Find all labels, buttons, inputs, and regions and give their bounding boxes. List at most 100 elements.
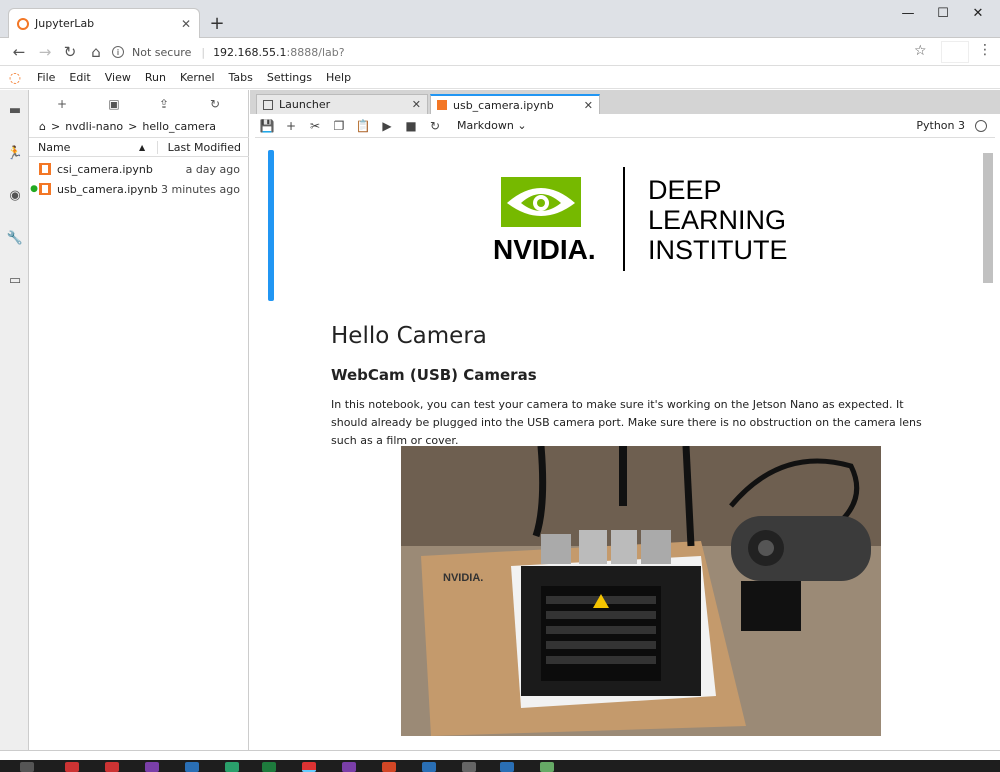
url-divider: | — [201, 45, 206, 59]
file-name: csi_camera.ipynb — [57, 162, 153, 176]
nvidia-dli-logo: NVIDIA. DEEP LEARNING INSTITUTE — [493, 167, 788, 271]
upload-icon[interactable]: ⇪ — [152, 94, 176, 114]
taskbar-app-icon[interactable] — [342, 762, 356, 772]
new-tab-button[interactable]: + — [206, 12, 228, 34]
close-tab-icon[interactable]: ✕ — [181, 17, 191, 31]
wrench-icon[interactable]: 🔧 — [5, 228, 25, 248]
jupyter-favicon-icon — [17, 17, 29, 30]
taskbar-app-icon[interactable] — [20, 762, 34, 772]
notebook-panel: NVIDIA. DEEP LEARNING INSTITUTE Hello Ca… — [255, 139, 995, 749]
back-icon[interactable]: ← — [9, 42, 29, 62]
breadcrumb-hello-camera[interactable]: hello_camera — [142, 120, 216, 133]
palette-icon[interactable]: ◉ — [5, 185, 25, 205]
minimize-icon[interactable]: — — [893, 4, 923, 22]
folder-icon[interactable]: ▬ — [5, 100, 25, 120]
running-icon[interactable]: 🏃 — [5, 143, 25, 163]
file-row[interactable]: ● usb_camera.ipynb 3 minutes ago — [29, 179, 249, 199]
tab-usb-camera[interactable]: usb_camera.ipynb ✕ — [430, 94, 600, 114]
taskbar-app-icon[interactable] — [382, 762, 396, 772]
menu-edit[interactable]: Edit — [62, 71, 97, 84]
logo-divider — [623, 167, 625, 271]
save-icon[interactable]: 💾 — [255, 119, 279, 133]
taskbar-app-icon[interactable] — [145, 762, 159, 772]
tab-launcher[interactable]: Launcher ✕ — [256, 94, 428, 114]
notebook-icon — [437, 100, 447, 110]
restart-icon[interactable]: ↻ — [423, 119, 447, 133]
home-folder-icon[interactable]: ⌂ — [39, 120, 46, 133]
breadcrumb-sep: > — [50, 120, 61, 133]
jupyter-logo-icon: ◌ — [8, 69, 22, 86]
file-browser: + ▣ ⇪ ↻ ⌂ > nvdli-nano > hello_camera Na… — [29, 90, 249, 750]
browser-menu-icon[interactable]: ⋮ — [978, 42, 992, 58]
column-last-modified[interactable]: Last Modified — [157, 140, 249, 154]
browser-tab[interactable]: JupyterLab ✕ — [8, 8, 200, 38]
file-modified: 3 minutes ago — [161, 182, 240, 196]
kernel-name[interactable]: Python 3 — [916, 119, 965, 132]
paste-icon[interactable]: 📋 — [351, 119, 375, 133]
menu-settings[interactable]: Settings — [260, 71, 319, 84]
taskbar-app-icon[interactable] — [462, 762, 476, 772]
url-input[interactable]: i Not secure | 192.168.55.1:8888/lab? — [112, 41, 942, 63]
taskbar-app-icon[interactable] — [262, 762, 276, 772]
taskbar-app-icon[interactable] — [225, 762, 239, 772]
bookmark-star-icon[interactable]: ☆ — [914, 43, 927, 59]
sort-caret-icon[interactable]: ▲ — [139, 143, 157, 152]
run-icon[interactable]: ▶ — [375, 119, 399, 133]
menu-run[interactable]: Run — [138, 71, 173, 84]
taskbar-app-icon[interactable] — [540, 762, 554, 772]
stop-icon[interactable]: ■ — [399, 119, 423, 133]
home-icon[interactable]: ⌂ — [86, 42, 106, 62]
maximize-icon[interactable]: ☐ — [928, 4, 958, 22]
logo-line-learning: LEARNING — [648, 205, 786, 235]
menu-kernel[interactable]: Kernel — [173, 71, 222, 84]
taskbar-app-icon[interactable] — [105, 762, 119, 772]
active-cell-indicator[interactable] — [268, 150, 274, 301]
copy-icon[interactable]: ❐ — [327, 119, 351, 133]
security-label: Not secure — [132, 45, 192, 59]
notebook-heading: Hello Camera — [331, 323, 487, 349]
notebook-icon — [39, 183, 51, 195]
breadcrumb-sep: > — [128, 120, 138, 133]
info-icon[interactable]: i — [112, 46, 124, 58]
window-close-icon[interactable]: ✕ — [963, 4, 993, 22]
forward-icon[interactable]: → — [35, 42, 55, 62]
cell-type-select[interactable]: Markdown ⌄ — [457, 119, 527, 132]
taskbar-app-icon[interactable] — [500, 762, 514, 772]
tabs-icon[interactable]: ▭ — [5, 270, 25, 290]
new-launcher-icon[interactable]: + — [50, 94, 74, 114]
refresh-icon[interactable]: ↻ — [203, 94, 227, 114]
column-name[interactable]: Name — [29, 141, 139, 154]
close-tab-icon[interactable]: ✕ — [412, 98, 421, 111]
taskbar-app-icon[interactable] — [185, 762, 199, 772]
insert-cell-icon[interactable]: + — [279, 119, 303, 133]
taskbar-app-icon[interactable] — [422, 762, 436, 772]
file-browser-toolbar: + ▣ ⇪ ↻ — [29, 94, 249, 114]
taskbar-chrome-icon[interactable] — [302, 762, 316, 772]
kernel-status-icon — [975, 119, 987, 132]
scrollbar-thumb[interactable] — [983, 153, 993, 283]
address-bar: ← → ↻ ⌂ i Not secure | 192.168.55.1:8888… — [0, 38, 1000, 66]
taskbar-app-icon[interactable] — [65, 762, 79, 772]
chevron-down-icon: ⌄ — [517, 119, 527, 132]
new-folder-icon[interactable]: ▣ — [102, 94, 126, 114]
close-tab-icon[interactable]: ✕ — [584, 99, 593, 112]
url-host: 192.168.55.1 — [213, 45, 287, 59]
document-tabbar: Launcher ✕ usb_camera.ipynb ✕ — [250, 90, 1000, 114]
menu-tabs[interactable]: Tabs — [222, 71, 260, 84]
menu-view[interactable]: View — [98, 71, 138, 84]
file-name: usb_camera.ipynb — [57, 182, 158, 196]
tab-label: usb_camera.ipynb — [453, 98, 554, 112]
reload-icon[interactable]: ↻ — [60, 42, 80, 62]
menu-file[interactable]: File — [30, 71, 62, 84]
cut-icon[interactable]: ✂ — [303, 119, 327, 133]
menu-help[interactable]: Help — [319, 71, 358, 84]
notebook-toolbar: 💾 + ✂ ❐ 📋 ▶ ■ ↻ Markdown ⌄ Python 3 — [255, 114, 995, 138]
breadcrumb-nvdli-nano[interactable]: nvdli-nano — [65, 120, 123, 133]
file-row[interactable]: csi_camera.ipynb a day ago — [29, 159, 249, 179]
logo-line-deep: DEEP — [648, 175, 722, 205]
notebook-icon — [39, 163, 51, 175]
tab-label: Launcher — [279, 98, 331, 111]
notebook-paragraph: In this notebook, you can test your came… — [331, 398, 922, 447]
profile-avatar[interactable] — [941, 41, 969, 63]
jupyter-menubar: ◌ File Edit View Run Kernel Tabs Setting… — [0, 67, 1000, 89]
